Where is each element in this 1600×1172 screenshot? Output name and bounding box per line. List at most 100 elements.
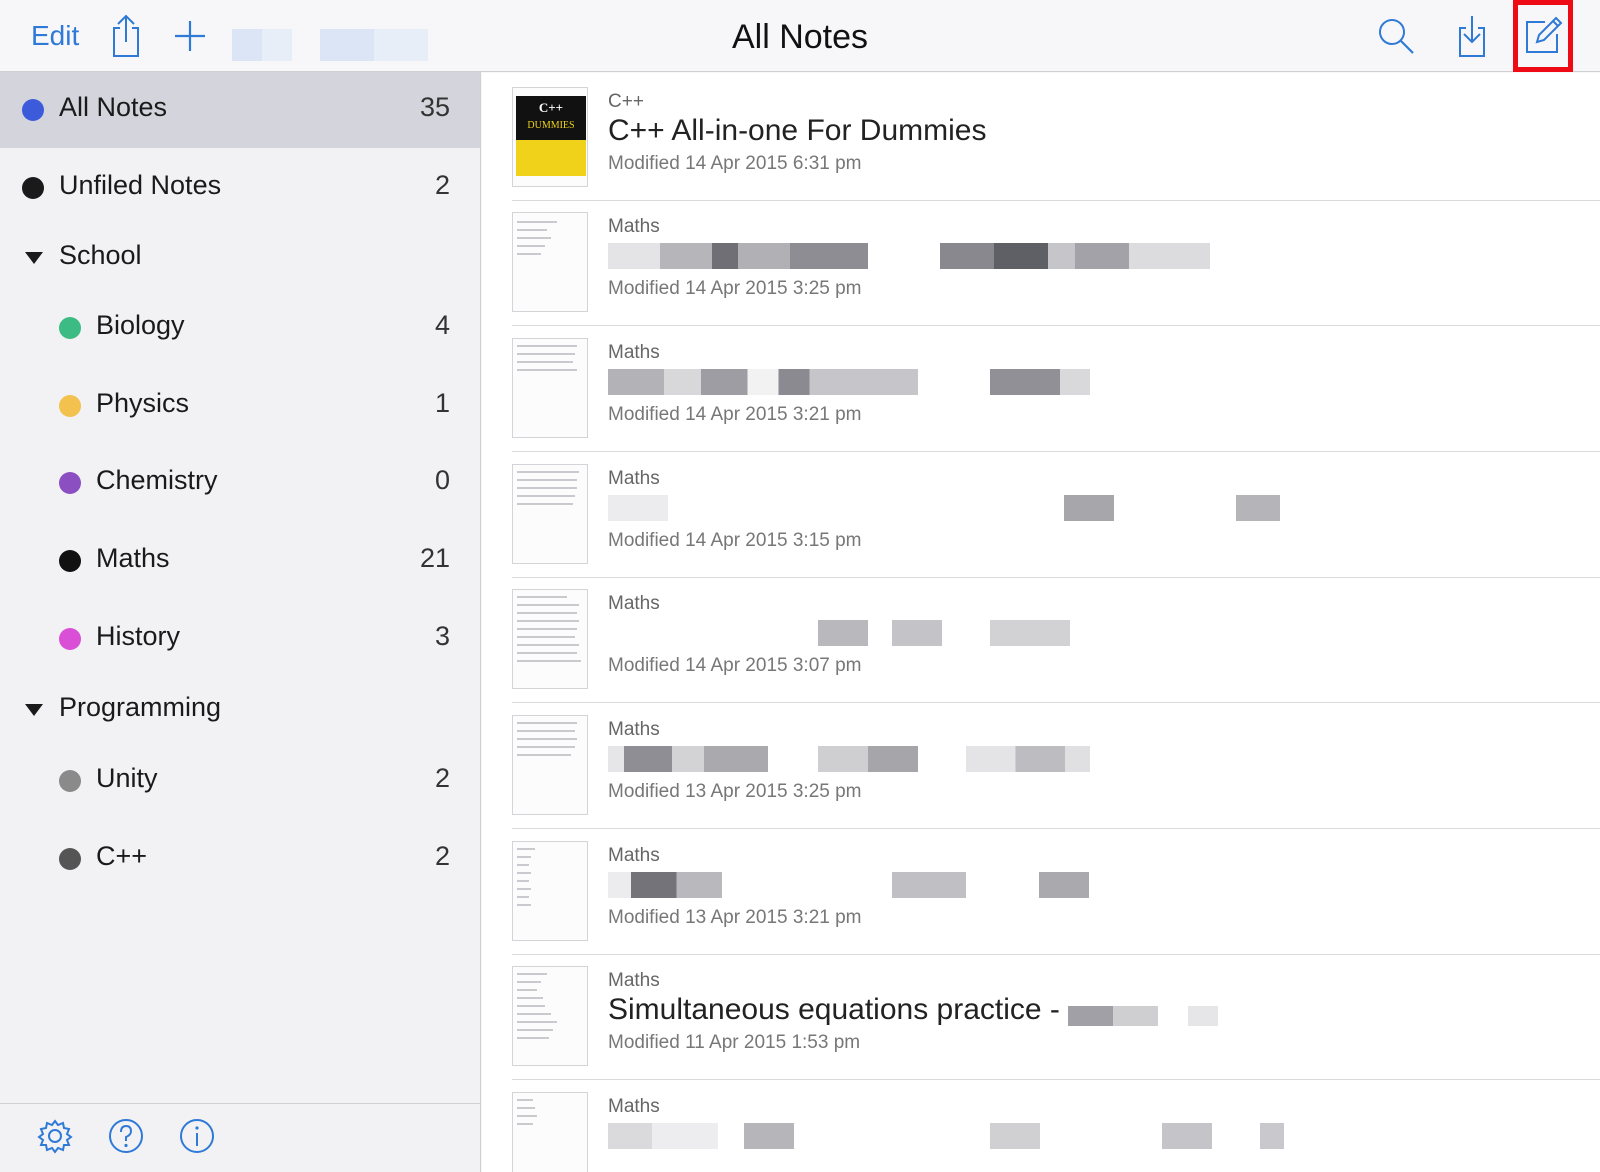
redacted-title — [818, 746, 918, 772]
redacted-title — [1162, 1123, 1212, 1149]
redacted-title — [744, 1123, 794, 1149]
sidebar-item-count: 2 — [434, 841, 450, 871]
note-thumbnail — [512, 715, 588, 815]
sidebar-item-label: Unfiled Notes — [59, 170, 222, 200]
sidebar-item-physics[interactable]: Physics 1 — [0, 368, 480, 444]
settings-icon — [37, 1119, 73, 1154]
notebook-color-dot — [59, 770, 81, 792]
add-icon — [175, 21, 205, 51]
sidebar-group-school[interactable]: School — [0, 220, 480, 296]
sidebar-item-count: 35 — [419, 92, 450, 122]
sidebar-item-maths[interactable]: Maths 21 — [0, 523, 480, 599]
sidebar: All Notes 35 Unfiled Notes 2 School Biol… — [0, 72, 481, 1172]
notebook-color-dot — [59, 317, 81, 339]
sidebar-item-label: Biology — [96, 310, 185, 340]
sidebar-item-history[interactable]: History 3 — [0, 601, 480, 677]
sidebar-item-count: 2 — [434, 170, 450, 200]
sidebar-item-cpp[interactable]: C++ 2 — [0, 821, 480, 897]
settings-button[interactable] — [33, 1114, 77, 1158]
note-notebook: Maths — [608, 845, 660, 866]
download-icon — [1459, 16, 1485, 57]
note-notebook: C++ — [608, 91, 644, 112]
redacted-title — [990, 369, 1090, 395]
share-button[interactable] — [102, 12, 150, 60]
notebook-color-dot — [22, 177, 44, 199]
notebook-color-dot — [59, 395, 81, 417]
sidebar-item-count: 0 — [434, 465, 450, 495]
note-row[interactable]: Maths Modified 14 Apr 2015 3:07 pm — [512, 575, 1600, 703]
note-thumbnail — [512, 338, 588, 438]
redacted-toolbar-item[interactable] — [320, 29, 428, 61]
sidebar-item-biology[interactable]: Biology 4 — [0, 290, 480, 366]
note-row[interactable]: Maths — [512, 1078, 1600, 1172]
note-notebook: Maths — [608, 1096, 660, 1117]
note-notebook: Maths — [608, 216, 660, 237]
redacted-title — [990, 1123, 1040, 1149]
add-button[interactable] — [166, 12, 214, 60]
redacted-title — [1236, 495, 1280, 521]
note-modified-date: Modified 13 Apr 2015 3:21 pm — [608, 907, 862, 928]
sidebar-item-label: Chemistry — [96, 465, 218, 495]
sidebar-footer — [0, 1103, 480, 1172]
sidebar-item-count: 21 — [419, 543, 450, 573]
note-row[interactable]: Maths Simultaneous equations practice - … — [512, 952, 1600, 1080]
note-row[interactable]: Maths Modified 14 Apr 2015 3:21 pm — [512, 324, 1600, 452]
sidebar-item-all-notes[interactable]: All Notes 35 — [0, 72, 480, 148]
sidebar-item-unity[interactable]: Unity 2 — [0, 743, 480, 819]
sidebar-item-count: 4 — [434, 310, 450, 340]
sidebar-item-count: 1 — [434, 388, 450, 418]
redacted-title — [1260, 1123, 1284, 1149]
note-thumbnail — [512, 464, 588, 564]
info-button[interactable] — [175, 1114, 219, 1158]
note-modified-date: Modified 14 Apr 2015 6:31 pm — [608, 153, 862, 174]
note-thumbnail: C++ DUMMIES — [512, 87, 588, 187]
notebook-color-dot — [22, 99, 44, 121]
search-button[interactable] — [1372, 12, 1420, 60]
disclosure-triangle-icon[interactable] — [25, 704, 43, 716]
search-icon — [1379, 19, 1414, 54]
note-notebook: Maths — [608, 593, 660, 614]
sidebar-item-unfiled-notes[interactable]: Unfiled Notes 2 — [0, 150, 480, 226]
sidebar-item-label: Maths — [96, 543, 170, 573]
note-thumbnail — [512, 841, 588, 941]
help-button[interactable] — [104, 1114, 148, 1158]
sidebar-item-chemistry[interactable]: Chemistry 0 — [0, 445, 480, 521]
note-modified-date: Modified 13 Apr 2015 3:25 pm — [608, 781, 862, 802]
notebook-color-dot — [59, 628, 81, 650]
sidebar-item-count: 2 — [434, 763, 450, 793]
redacted-title — [1068, 1006, 1218, 1026]
info-icon — [180, 1119, 214, 1153]
note-thumbnail — [512, 212, 588, 312]
redacted-title — [1064, 495, 1114, 521]
note-notebook: Maths — [608, 970, 660, 991]
compose-highlight-box — [1513, 0, 1573, 72]
note-thumbnail — [512, 589, 588, 689]
disclosure-triangle-icon[interactable] — [25, 252, 43, 264]
redacted-title — [608, 1123, 718, 1149]
note-row[interactable]: Maths Modified 14 Apr 2015 3:25 pm — [512, 198, 1600, 326]
note-modified-date: Modified 14 Apr 2015 3:25 pm — [608, 278, 862, 299]
note-modified-date: Modified 11 Apr 2015 1:53 pm — [608, 1032, 861, 1053]
share-icon — [113, 14, 139, 57]
note-notebook: Maths — [608, 342, 660, 363]
sidebar-item-label: Unity — [96, 763, 158, 793]
note-notebook: Maths — [608, 719, 660, 740]
sidebar-group-label: School — [59, 240, 142, 270]
sidebar-group-programming[interactable]: Programming — [0, 672, 480, 748]
edit-button[interactable]: Edit — [31, 20, 79, 52]
sidebar-item-label: Physics — [96, 388, 190, 418]
note-modified-date: Modified 14 Apr 2015 3:07 pm — [608, 655, 862, 676]
redacted-toolbar-item[interactable] — [232, 29, 292, 61]
note-row[interactable]: C++ DUMMIES C++ C++ All-in-one For Dummi… — [512, 73, 1600, 201]
note-row[interactable]: Maths Modified 14 Apr 2015 3:15 pm — [512, 450, 1600, 578]
redacted-title — [892, 620, 942, 646]
redacted-title — [892, 872, 966, 898]
sidebar-item-label: History — [96, 621, 181, 651]
redacted-title — [940, 243, 1210, 269]
redacted-title — [608, 872, 722, 898]
redacted-title — [818, 620, 868, 646]
note-row[interactable]: Maths Modified 13 Apr 2015 3:21 pm — [512, 827, 1600, 955]
note-row[interactable]: Maths Modified 13 Apr 2015 3:25 pm — [512, 701, 1600, 829]
download-button[interactable] — [1448, 12, 1496, 60]
redacted-title — [966, 746, 1090, 772]
